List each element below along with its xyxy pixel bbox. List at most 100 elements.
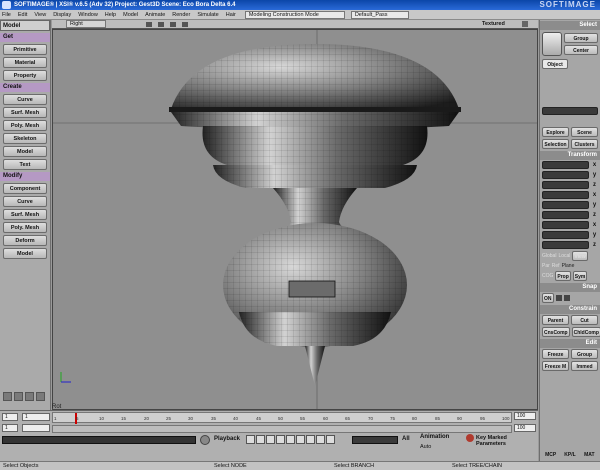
- modify-component-button[interactable]: Component: [3, 183, 47, 194]
- cog-toggle[interactable]: COG: [542, 273, 553, 279]
- ref-ref[interactable]: Ref: [552, 263, 560, 269]
- menu-file[interactable]: File: [2, 12, 11, 18]
- modify-curve-button[interactable]: Curve: [3, 196, 47, 207]
- camera-icon[interactable]: [146, 22, 152, 27]
- modify-surf-mesh-button[interactable]: Surf. Mesh: [3, 209, 47, 220]
- last-frame-icon[interactable]: [306, 435, 315, 444]
- cut-button[interactable]: Cut: [571, 315, 598, 325]
- tab-mat[interactable]: MAT: [581, 452, 598, 458]
- layout-dropdown[interactable]: Modeling Construction Mode: [244, 10, 345, 19]
- scale-x-field[interactable]: [542, 161, 589, 169]
- snap-point-icon[interactable]: [563, 295, 570, 301]
- viewport-menu-icon[interactable]: [522, 21, 528, 27]
- key-icon[interactable]: [466, 434, 474, 442]
- range-end-field[interactable]: [22, 424, 50, 432]
- next-frame-icon[interactable]: [286, 435, 295, 444]
- tab-kpl[interactable]: KP/L: [561, 452, 578, 458]
- range-start-field[interactable]: 1: [2, 424, 18, 432]
- ref-plane[interactable]: Plane: [562, 263, 575, 269]
- frame-field[interactable]: [352, 436, 398, 444]
- menu-simulate[interactable]: Simulate: [197, 12, 218, 18]
- scale-z-field[interactable]: [542, 181, 589, 189]
- modify-model-button[interactable]: Model: [3, 248, 47, 259]
- playback-icon[interactable]: [200, 435, 210, 445]
- group-button[interactable]: Group: [571, 349, 598, 359]
- ref-global[interactable]: Global: [542, 253, 556, 259]
- range-slider[interactable]: [52, 425, 512, 433]
- modify-deform-button[interactable]: Deform: [3, 235, 47, 246]
- get-property-button[interactable]: Property: [3, 70, 47, 81]
- translate-z-field[interactable]: [542, 241, 589, 249]
- selection-button[interactable]: Selection: [542, 139, 569, 149]
- get-material-button[interactable]: Material: [3, 57, 47, 68]
- eye-icon[interactable]: [170, 22, 176, 27]
- menu-window[interactable]: Window: [78, 12, 98, 18]
- viewport-right[interactable]: [52, 29, 538, 410]
- prop-button[interactable]: Prop: [555, 271, 571, 281]
- prev-key-icon[interactable]: [256, 435, 265, 444]
- menu-model[interactable]: Model: [123, 12, 138, 18]
- select-tool-icon[interactable]: [3, 392, 12, 401]
- timeline-start-field[interactable]: 1: [2, 413, 18, 421]
- freeze-m-button[interactable]: Freeze M: [542, 361, 569, 371]
- menu-animate[interactable]: Animate: [145, 12, 165, 18]
- clusters-button[interactable]: Clusters: [571, 139, 598, 149]
- pass-dropdown[interactable]: Default_Pass: [350, 10, 409, 19]
- create-surf-mesh-button[interactable]: Surf. Mesh: [3, 107, 47, 118]
- get-primitive-button[interactable]: Primitive: [3, 44, 47, 55]
- key-marked-params-label[interactable]: Key Marked Parameters: [476, 435, 538, 447]
- next-key-icon[interactable]: [296, 435, 305, 444]
- create-text-button[interactable]: Text: [3, 159, 47, 170]
- modify-poly-mesh-button[interactable]: Poly. Mesh: [3, 222, 47, 233]
- snap-on-button[interactable]: ON: [542, 293, 554, 303]
- immed-button[interactable]: Immed: [571, 361, 598, 371]
- prev-frame-icon[interactable]: [266, 435, 275, 444]
- scene-button[interactable]: Scene: [571, 127, 598, 137]
- translate-y-field[interactable]: [542, 231, 589, 239]
- select-arrow-icon[interactable]: [542, 32, 562, 56]
- freeze-button[interactable]: Freeze: [542, 349, 569, 359]
- view-dropdown[interactable]: Right: [66, 20, 106, 28]
- snap-grid-icon[interactable]: [555, 295, 562, 301]
- explore-button[interactable]: Explore: [542, 127, 569, 137]
- tab-mcp[interactable]: MCP: [542, 452, 559, 458]
- translate-x-field[interactable]: [542, 221, 589, 229]
- menu-display[interactable]: Display: [53, 12, 71, 18]
- timeline-start-field-b[interactable]: 1: [22, 413, 50, 421]
- playback-label[interactable]: Playback: [214, 436, 240, 442]
- create-model-button[interactable]: Model: [3, 146, 47, 157]
- scale-y-field[interactable]: [542, 171, 589, 179]
- loop-icon[interactable]: [316, 435, 325, 444]
- menu-hair[interactable]: Hair: [226, 12, 236, 18]
- rotate-y-field[interactable]: [542, 201, 589, 209]
- menu-help[interactable]: Help: [105, 12, 116, 18]
- create-skeleton-button[interactable]: Skeleton: [3, 133, 47, 144]
- first-frame-icon[interactable]: [246, 435, 255, 444]
- play-icon[interactable]: [276, 435, 285, 444]
- timeline-end-field[interactable]: 100: [514, 412, 536, 420]
- menu-edit[interactable]: Edit: [18, 12, 27, 18]
- create-curve-button[interactable]: Curve: [3, 94, 47, 105]
- object-filter-button[interactable]: Object: [542, 59, 568, 69]
- selection-field[interactable]: [542, 107, 598, 115]
- maximize-icon[interactable]: [182, 22, 188, 27]
- range-end-value[interactable]: 100: [514, 424, 536, 432]
- chldcomp-button[interactable]: ChldComp: [571, 327, 600, 337]
- auto-key-toggle[interactable]: Auto: [420, 444, 431, 450]
- module-selector[interactable]: Model: [0, 20, 50, 31]
- translate-tool-icon[interactable]: [14, 392, 23, 401]
- menu-render[interactable]: Render: [172, 12, 190, 18]
- all-toggle[interactable]: All: [402, 436, 410, 442]
- scale-tool-icon[interactable]: [36, 392, 45, 401]
- ref-view-button[interactable]: View: [572, 251, 588, 261]
- menu-view[interactable]: View: [34, 12, 46, 18]
- shading-mode[interactable]: Textured: [482, 21, 505, 27]
- rotate-x-field[interactable]: [542, 191, 589, 199]
- select-group-button[interactable]: Group: [564, 33, 598, 43]
- rotate-z-field[interactable]: [542, 211, 589, 219]
- rotate-tool-icon[interactable]: [25, 392, 34, 401]
- parent-button[interactable]: Parent: [542, 315, 569, 325]
- select-center-button[interactable]: Center: [564, 45, 598, 55]
- mixer-track[interactable]: [2, 436, 196, 444]
- ref-par[interactable]: Par: [542, 263, 550, 269]
